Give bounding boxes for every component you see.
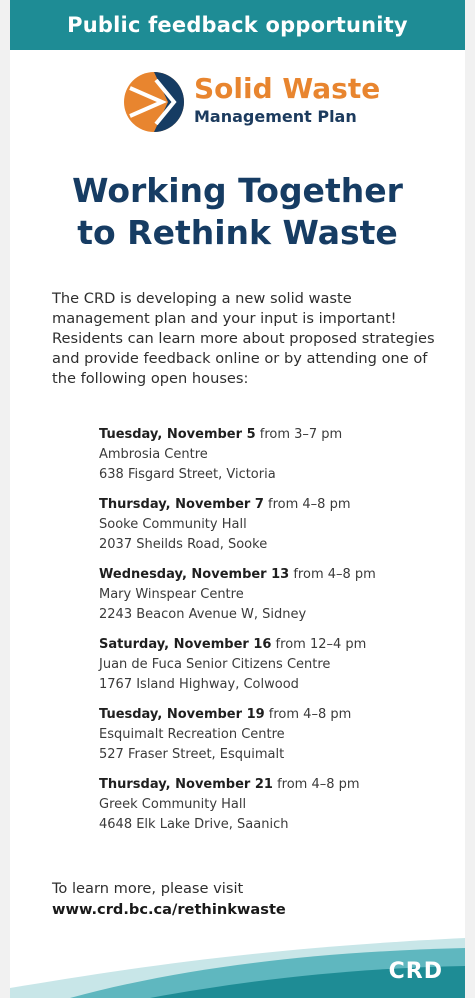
event-address: 1767 Island Highway, Colwood xyxy=(99,677,299,692)
event-time: from 4–8 pm xyxy=(263,497,351,512)
open-house-item: Thursday, November 21 from 4–8 pm Greek … xyxy=(99,775,459,845)
headline: Working Together to Rethink Waste xyxy=(10,170,465,254)
event-venue: Ambrosia Centre xyxy=(99,447,208,462)
event-venue: Esquimalt Recreation Centre xyxy=(99,727,285,742)
headline-line-2: to Rethink Waste xyxy=(77,213,398,252)
logo-subtitle: Management Plan xyxy=(194,107,357,126)
learn-more-lead: To learn more, please visit xyxy=(52,880,244,897)
banner: Public feedback opportunity xyxy=(10,0,465,50)
banner-text: Public feedback opportunity xyxy=(67,13,408,37)
event-time: from 4–8 pm xyxy=(289,567,376,582)
event-day: Thursday, November 21 xyxy=(99,777,273,792)
open-house-item: Thursday, November 7 from 4–8 pm Sooke C… xyxy=(99,495,459,565)
solid-waste-logo: Solid Waste Management Plan xyxy=(122,70,380,134)
wave-decoration xyxy=(10,938,465,998)
event-address: 638 Fisgard Street, Victoria xyxy=(99,467,276,482)
headline-line-1: Working Together xyxy=(72,171,403,210)
arrow-circle-icon xyxy=(124,72,184,132)
event-day: Tuesday, November 19 xyxy=(99,707,265,722)
crd-logo: CRD xyxy=(388,959,443,984)
event-venue: Sooke Community Hall xyxy=(99,517,247,532)
open-house-item: Tuesday, November 5 from 3–7 pm Ambrosia… xyxy=(99,425,459,495)
event-address: 2243 Beacon Avenue W, Sidney xyxy=(99,607,307,622)
event-day: Wednesday, November 13 xyxy=(99,567,290,582)
intro-paragraph: The CRD is developing a new solid waste … xyxy=(52,290,435,387)
event-venue: Juan de Fuca Senior Citizens Centre xyxy=(99,657,331,672)
event-address: 527 Fraser Street, Esquimalt xyxy=(99,747,285,762)
event-venue: Greek Community Hall xyxy=(99,797,247,812)
event-time: from 12–4 pm xyxy=(271,637,367,652)
open-house-list: Tuesday, November 5 from 3–7 pm Ambrosia… xyxy=(99,425,459,845)
open-house-item: Wednesday, November 13 from 4–8 pm Mary … xyxy=(99,565,459,635)
event-day: Thursday, November 7 xyxy=(99,497,264,512)
event-address: 2037 Sheilds Road, Sooke xyxy=(99,537,268,552)
event-time: from 4–8 pm xyxy=(272,777,360,792)
event-day: Saturday, November 16 xyxy=(99,637,272,652)
event-day: Tuesday, November 5 xyxy=(99,427,256,442)
event-time: from 4–8 pm xyxy=(264,707,352,722)
event-time: from 3–7 pm xyxy=(255,427,343,442)
event-address: 4648 Elk Lake Drive, Saanich xyxy=(99,817,289,832)
open-house-item: Tuesday, November 19 from 4–8 pm Esquima… xyxy=(99,705,459,775)
feedback-ad-card: Public feedback opportunity Solid Waste … xyxy=(10,0,465,998)
logo-title: Solid Waste xyxy=(194,72,381,105)
event-venue: Mary Winspear Centre xyxy=(99,587,244,602)
open-house-item: Saturday, November 16 from 12–4 pm Juan … xyxy=(99,635,459,705)
